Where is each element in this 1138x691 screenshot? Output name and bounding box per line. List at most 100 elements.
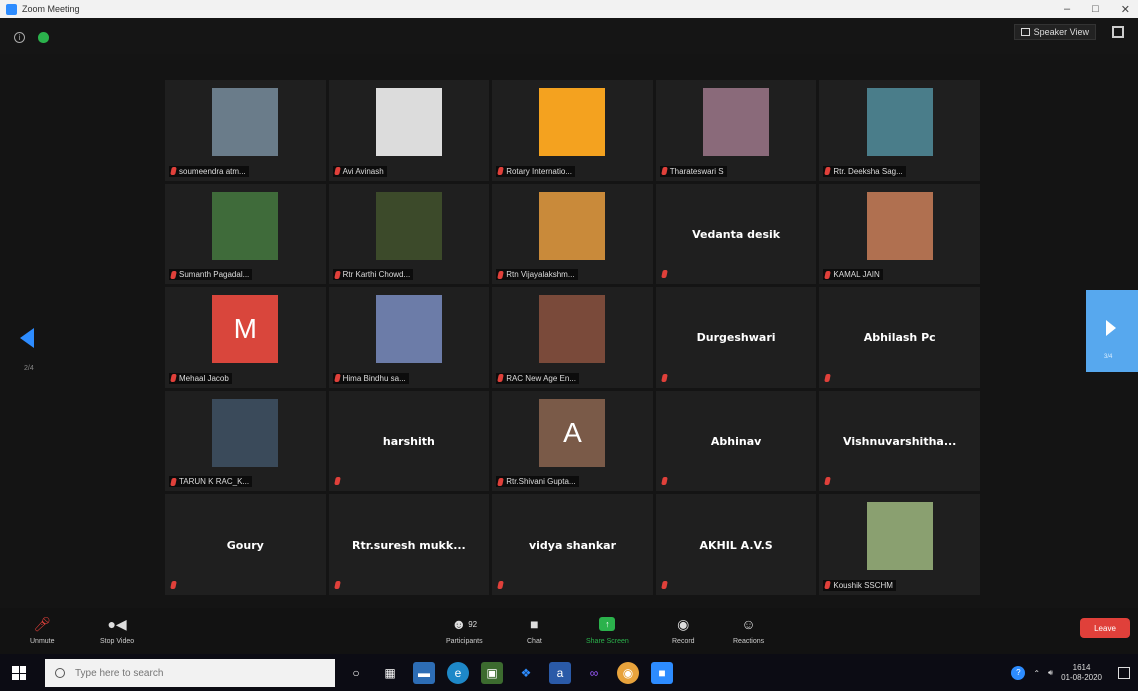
participant-tile[interactable]: TARUN K RAC_K... [165, 390, 326, 492]
taskbar-search-input[interactable] [75, 667, 305, 679]
record-label: Record [672, 638, 695, 645]
help-icon[interactable]: ? [1011, 666, 1026, 680]
participant-name: Rtr.suresh mukk... [352, 538, 466, 552]
gallery-grid: soumeendra atm... Avi Avinash Rotary Inter… [165, 80, 980, 595]
participant-label: KAMAL JAIN [823, 269, 883, 281]
participant-tile[interactable]: harshith [328, 390, 490, 492]
search-icon [55, 668, 65, 678]
participant-tile[interactable]: Rotary Internatio... [492, 80, 653, 181]
participant-label: RAC New Age En... [496, 372, 579, 384]
fullscreen-icon[interactable] [1112, 26, 1124, 38]
participant-tile[interactable]: soumeendra atm... [165, 80, 326, 181]
video-camera-icon: ●◀ [107, 615, 127, 632]
muted-mic-icon [660, 373, 668, 382]
chevron-right-icon [1106, 320, 1116, 336]
share-screen-button[interactable]: ↑ Share Screen [586, 614, 629, 645]
cortana-icon[interactable]: ○ [345, 662, 367, 684]
dropbox-icon[interactable]: ❖ [515, 662, 537, 684]
participants-count: 92 [468, 619, 478, 629]
participant-tile[interactable]: Rtr. Deeksha Sag... [819, 80, 980, 181]
task-view-icon[interactable]: ▦ [379, 662, 401, 684]
participant-label: Rtr Karthi Chowd... [332, 269, 414, 281]
amazon-icon[interactable]: a [549, 662, 571, 684]
muted-mic-icon [660, 167, 668, 176]
participant-label: Rtn Vijayalakshm... [496, 269, 578, 281]
participant-tile[interactable]: Vishnuvarshitha... [819, 390, 980, 492]
chat-button[interactable]: ■ Chat [527, 614, 542, 645]
minimize-icon[interactable]: – [1064, 3, 1070, 15]
muted-mic-icon [660, 477, 668, 486]
stop-video-button[interactable]: ●◀ Stop Video [100, 614, 134, 646]
participant-tile[interactable]: Sumanth Pagadal... [165, 183, 326, 285]
participant-tile[interactable]: Vedanta desik [655, 183, 817, 285]
participant-name: Vishnuvarshitha... [843, 435, 957, 449]
participant-tile[interactable]: AKHIL A.V.S [655, 494, 817, 595]
muted-mic-icon [824, 477, 832, 486]
zoom-taskbar-icon[interactable]: ■ [651, 662, 673, 684]
participant-tile[interactable]: Durgeshwari [655, 287, 817, 388]
muted-mic-icon [333, 167, 341, 176]
encryption-shield-icon[interactable] [38, 32, 49, 43]
participant-tile[interactable]: Koushik SSCHM [819, 494, 980, 595]
participant-tile[interactable]: Rtr Karthi Chowd... [328, 183, 490, 285]
participant-tile[interactable]: M Mehaal Jacob [165, 287, 326, 388]
participant-tile[interactable]: vidya shankar [492, 494, 653, 595]
participant-name: RAC New Age En... [506, 373, 576, 383]
participant-label: TARUN K RAC_K... [169, 476, 253, 488]
muted-mic-icon [824, 581, 832, 590]
participant-tile[interactable]: RAC New Age En... [492, 287, 653, 388]
muted-mic-icon [660, 270, 668, 279]
taskbar-search[interactable] [45, 659, 335, 687]
infinity-app-icon[interactable]: ∞ [583, 662, 605, 684]
record-button[interactable]: ◉ Record [672, 614, 695, 646]
muted-microphone-icon: 🎤︎ [33, 615, 52, 632]
participant-label: Rotary Internatio... [496, 165, 575, 177]
participant-name: Vedanta desik [692, 227, 781, 241]
chrome-icon[interactable]: ◉ [617, 662, 639, 684]
file-explorer-icon[interactable]: ▬ [413, 662, 435, 684]
chat-bubble-icon: ■ [530, 616, 539, 632]
info-icon[interactable]: i [14, 32, 25, 43]
participant-tile[interactable]: Rtr.suresh mukk... [328, 494, 490, 595]
muted-mic-icon [170, 374, 177, 383]
leave-button[interactable]: Leave [1080, 618, 1130, 638]
participant-name: Abhinav [710, 435, 762, 449]
participant-name: Hima Bindhu sa... [342, 373, 406, 383]
participant-tile[interactable]: Hima Bindhu sa... [328, 287, 490, 388]
participant-tile[interactable]: Tharateswari S [655, 80, 817, 181]
participant-name: Rtr. Deeksha Sag... [833, 166, 903, 176]
edge-browser-icon[interactable]: e [447, 662, 469, 684]
smiley-plus-icon: ☺ [741, 616, 756, 632]
participant-tile[interactable]: Rtn Vijayalakshm... [492, 183, 653, 285]
previous-page-arrow[interactable] [20, 328, 34, 348]
participant-tile[interactable]: Goury [165, 494, 326, 595]
avatar-letter: A [539, 398, 606, 467]
reactions-button[interactable]: ☺ Reactions [733, 614, 764, 645]
participant-name: AKHIL A.V.S [699, 538, 773, 552]
zoom-window: Zoom Meeting – □ ✕ i Speaker View 2/4 so… [0, 0, 1138, 691]
participant-name: TARUN K RAC_K... [179, 477, 250, 487]
muted-mic-icon [170, 270, 177, 279]
windows-start-icon[interactable] [12, 666, 26, 680]
muted-mic-icon [333, 477, 341, 486]
speaker-view-button[interactable]: Speaker View [1013, 24, 1096, 40]
participant-tile[interactable]: KAMAL JAIN [819, 183, 980, 285]
clock[interactable]: 1614 01-08-2020 [1061, 663, 1102, 683]
unmute-button[interactable]: 🎤︎ Unmute [30, 614, 55, 646]
next-page-button[interactable]: 3/4 [1086, 290, 1138, 372]
participant-name: Tharateswari S [669, 166, 724, 176]
notification-icon[interactable] [1118, 667, 1130, 679]
participant-tile[interactable]: A Rtr.Shivani Gupta... [492, 390, 653, 492]
store-icon[interactable]: ▣ [481, 662, 503, 684]
participants-button[interactable]: ☻ 92 Participants [446, 614, 483, 645]
participant-tile[interactable]: Abhilash Pc [819, 287, 980, 388]
maximize-icon[interactable]: □ [1092, 3, 1099, 15]
chat-label: Chat [527, 638, 542, 645]
participant-tile[interactable]: Abhinav [655, 390, 817, 492]
participant-tile[interactable]: Avi Avinash [328, 80, 490, 181]
close-icon[interactable]: ✕ [1121, 3, 1130, 16]
participant-name: Rtn Vijayalakshm... [506, 270, 575, 280]
chevron-up-icon[interactable]: ⌃ [1033, 669, 1040, 678]
volume-icon[interactable]: 🔊︎ [1048, 668, 1053, 678]
muted-mic-icon [497, 270, 505, 279]
